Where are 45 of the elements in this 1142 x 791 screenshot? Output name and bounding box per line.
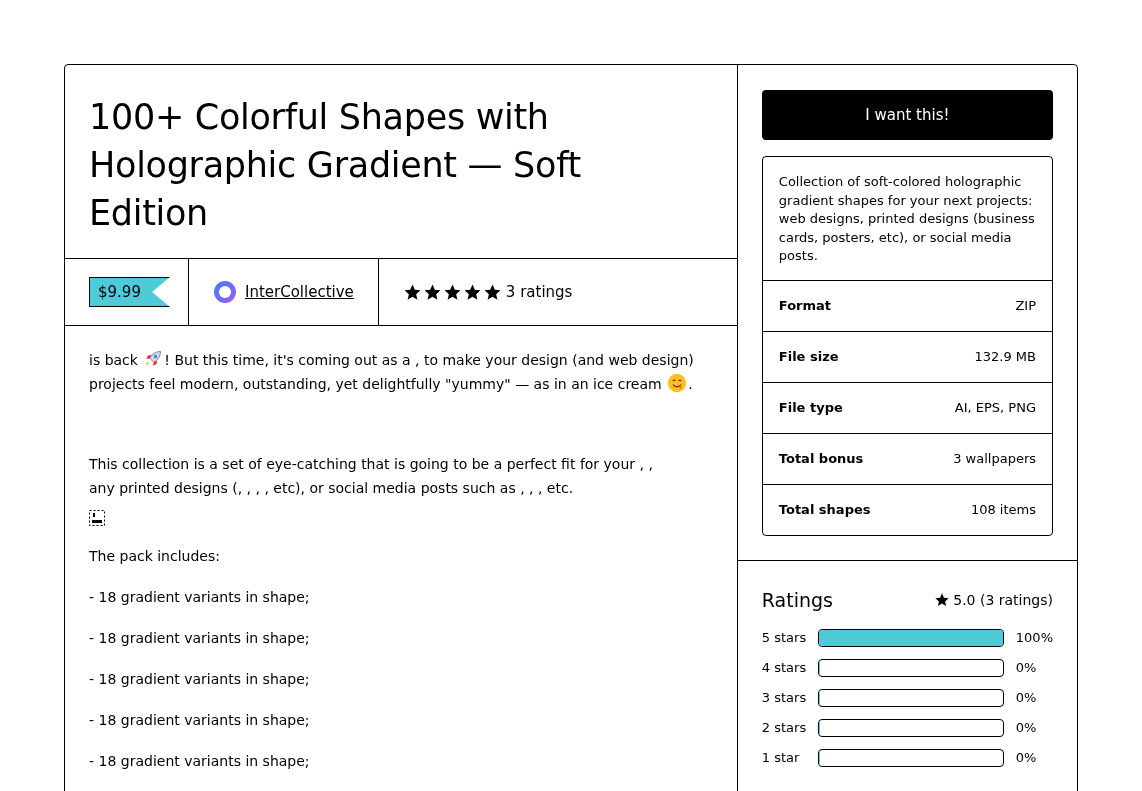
star-icon <box>442 282 462 302</box>
rating-percent: 0% <box>1015 690 1037 705</box>
pack-heading: The pack includes: <box>89 547 221 566</box>
star-icon <box>422 282 442 302</box>
paragraph: This collection is a set of eye-catching that is going to be a perfect fit for your , , any printed designs (, , , , etc), or social media posts such as , , , etc. <box>89 455 654 498</box>
separator-glyph-icon <box>89 510 105 526</box>
pack-item: - 18 gradient variants in shape; <box>89 670 311 689</box>
pack-item: - 18 gradient variants in shape; <box>89 752 311 771</box>
detail-label: File type <box>778 400 843 415</box>
creator-avatar-icon <box>213 280 237 304</box>
rating-percent: 0% <box>1015 660 1037 675</box>
product-title: 100+ Colorful Shapes with Holographic Gradient — Soft Edition <box>89 96 582 235</box>
star-icon <box>934 591 951 608</box>
rating-label: 1 star <box>761 750 801 765</box>
paragraph: is back ! But this time, it's coming out as a , to make your design (and web design) projects feel modern, outstanding, yet delightfully "yummy" — as in an ice cream . <box>89 348 713 396</box>
detail-label: Total shapes <box>778 502 871 517</box>
summary-text: Collection of soft-colored holographic gradient shapes for your next projects: web designs, printed designs (business cards, posters, etc), or social media posts. <box>762 157 1052 281</box>
average-rating: 5.0 (3 ratings) <box>953 591 1053 608</box>
detail-value: ZIP <box>1015 298 1036 313</box>
rating-percent: 100% <box>1015 630 1053 645</box>
detail-value: 108 items <box>970 502 1036 517</box>
buy-button[interactable]: I want this! <box>761 90 1053 140</box>
detail-value: 132.9 MB <box>974 349 1036 364</box>
detail-label: File size <box>778 349 839 364</box>
rating-label: 2 stars <box>761 720 808 735</box>
creator-link[interactable]: InterCollective <box>245 283 354 301</box>
rating-label: 4 stars <box>761 660 808 675</box>
star-icon <box>482 282 502 302</box>
detail-value: AI, EPS, PNG <box>954 400 1036 415</box>
rating-percent: 0% <box>1015 720 1037 735</box>
pack-item: - 18 gradient variants in shape; <box>89 629 311 648</box>
rating-label: 3 stars <box>761 690 808 705</box>
rating-percent: 0% <box>1015 750 1037 765</box>
detail-value: 3 wallpapers <box>953 451 1036 466</box>
ratings-count: 3 ratings <box>505 283 573 301</box>
smiley-icon <box>667 373 688 393</box>
pack-item: - 18 gradient variants in shape; <box>89 711 311 730</box>
detail-label: Format <box>778 298 832 313</box>
detail-label: Total bonus <box>778 451 864 466</box>
price-tag: $9.99 <box>89 277 170 307</box>
star-icon <box>462 282 482 302</box>
ratings-heading: Ratings <box>761 588 833 611</box>
pack-item: - 18 gradient variants in shape; <box>89 588 311 607</box>
rating-label: 5 stars <box>761 630 808 645</box>
star-icon <box>402 282 422 302</box>
